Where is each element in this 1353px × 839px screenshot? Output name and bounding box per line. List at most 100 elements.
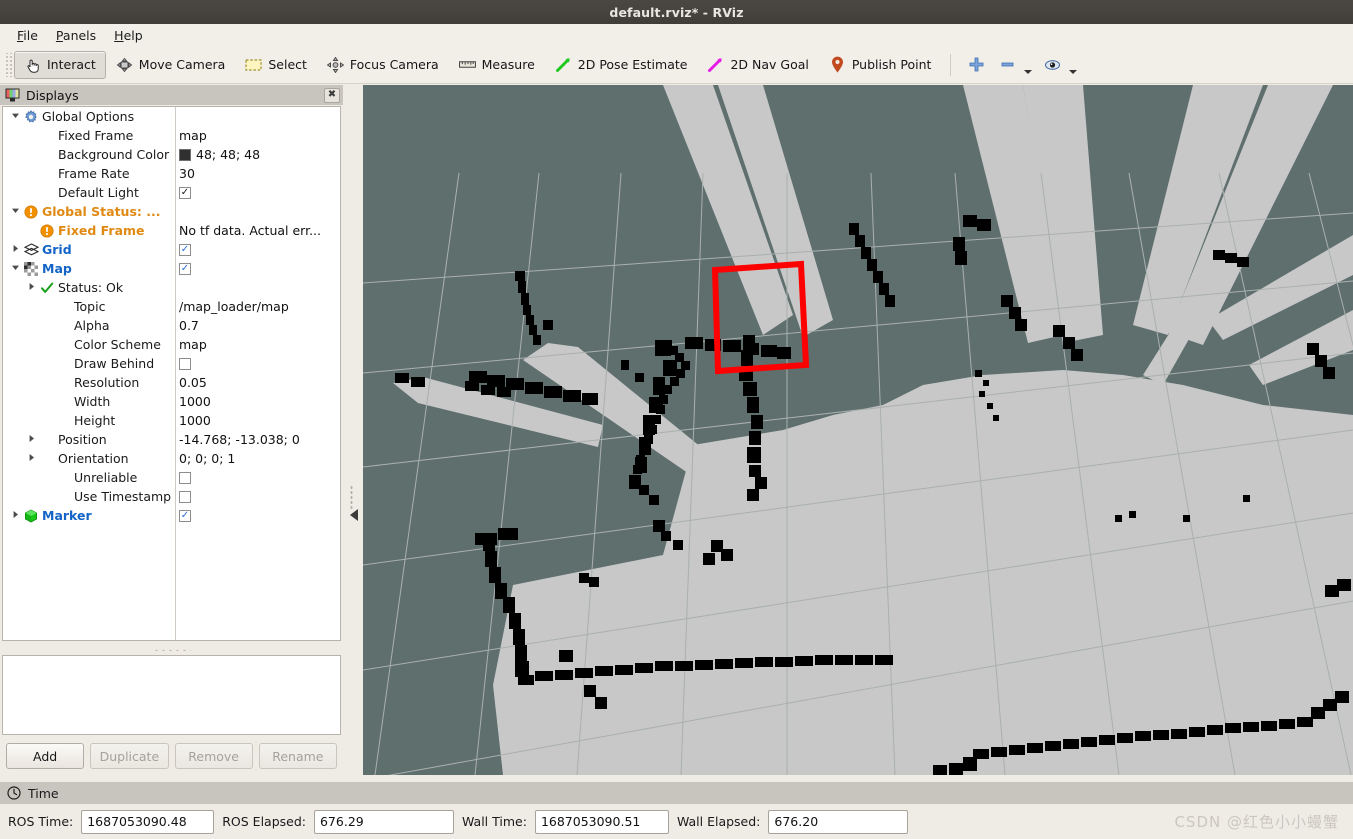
tool-label: Measure	[481, 57, 535, 72]
tree-no-icon	[55, 299, 71, 315]
tree-row-value[interactable]: ✓	[179, 259, 191, 278]
chevron-right-icon[interactable]	[7, 510, 23, 521]
displays-tree[interactable]: Global Options Fixed Frame map Background C…	[2, 106, 341, 641]
minus-icon	[999, 56, 1016, 73]
tree-row[interactable]: Position -14.768; -13.038; 0	[3, 430, 340, 449]
tree-row[interactable]: Width 1000	[3, 392, 340, 411]
tree-row-value[interactable]: map	[179, 126, 207, 145]
value-text: 0.7	[179, 318, 199, 333]
tree-row-value[interactable]	[179, 354, 191, 373]
marker-icon	[23, 508, 39, 524]
tree-row[interactable]: Grid ✓	[3, 240, 340, 259]
window-title: default.rviz* - RViz	[609, 4, 744, 20]
tree-row-label: Global Options	[42, 109, 135, 124]
plus-icon	[968, 56, 985, 73]
displays-panel-title: Displays	[26, 87, 79, 103]
checkbox[interactable]	[179, 471, 191, 484]
tree-row[interactable]: Resolution 0.05	[3, 373, 340, 392]
chevron-right-icon[interactable]	[23, 453, 39, 464]
tree-row[interactable]: Fixed Frame No tf data. Actual err...	[3, 221, 340, 240]
watermark: CSDN @红色小小蟃蟹	[1174, 813, 1339, 831]
tool-publish-point[interactable]: Publish Point	[819, 51, 942, 79]
tool-label: Publish Point	[851, 57, 932, 72]
tree-row-value[interactable]	[179, 468, 191, 487]
tree-row-value[interactable]: /map_loader/map	[179, 297, 289, 316]
menu-item-panels[interactable]: Panels	[47, 26, 105, 45]
remove-view-button[interactable]	[993, 51, 1038, 79]
checkbox[interactable]	[179, 357, 191, 370]
warning-icon	[23, 204, 39, 220]
tree-row-value[interactable]	[179, 487, 191, 506]
tree-row-value[interactable]: ✓	[179, 240, 191, 259]
view-visibility-button[interactable]	[1038, 51, 1083, 79]
tree-row[interactable]: Frame Rate 30	[3, 164, 340, 183]
tree-row-value[interactable]: -14.768; -13.038; 0	[179, 430, 300, 449]
tree-row[interactable]: Background Color 48; 48; 48	[3, 145, 340, 164]
chevron-down-icon[interactable]	[7, 206, 23, 217]
tree-row[interactable]: Global Options	[3, 107, 340, 126]
tool-move-camera[interactable]: Move Camera	[106, 51, 236, 79]
chevron-down-icon[interactable]	[1024, 69, 1033, 74]
menu-item-help[interactable]: Help	[105, 26, 152, 45]
tree-row[interactable]: Alpha 0.7	[3, 316, 340, 335]
tree-row-value[interactable]: 0.05	[179, 373, 207, 392]
tree-row-value[interactable]: 0; 0; 0; 1	[179, 449, 235, 468]
panel-splitter-horizontal[interactable]	[0, 645, 343, 655]
chevron-right-icon[interactable]	[23, 434, 39, 445]
color-swatch[interactable]	[179, 148, 191, 161]
tool-2d-nav-goal[interactable]: 2D Nav Goal	[697, 51, 818, 79]
tree-row-value[interactable]: 30	[179, 164, 195, 183]
tool-measure[interactable]: Measure	[449, 51, 545, 79]
checkbox[interactable]: ✓	[179, 186, 191, 199]
tree-row-value[interactable]: map	[179, 335, 207, 354]
checkbox[interactable]	[179, 490, 191, 503]
time-field-wall-elapsed[interactable]: 676.20	[768, 809, 909, 834]
chevron-down-icon[interactable]	[7, 263, 23, 274]
tool-select[interactable]: Select	[235, 51, 317, 79]
close-icon[interactable]: ✖	[324, 87, 340, 103]
tool-2d-pose-estimate[interactable]: 2D Pose Estimate	[545, 51, 698, 79]
chevron-right-icon[interactable]	[23, 282, 39, 293]
tree-row-value[interactable]: No tf data. Actual err...	[179, 221, 321, 240]
render-viewport[interactable]	[363, 85, 1353, 775]
checkbox[interactable]: ✓	[179, 243, 191, 256]
chevron-down-icon[interactable]	[7, 111, 23, 122]
tree-row-value[interactable]: 1000	[179, 411, 211, 430]
tree-row[interactable]: Topic/map_loader/map	[3, 297, 340, 316]
tree-row-value[interactable]: 1000	[179, 392, 211, 411]
tree-row[interactable]: Marker ✓	[3, 506, 340, 525]
tree-row[interactable]: Use Timestamp	[3, 487, 340, 506]
tree-row[interactable]: Unreliable	[3, 468, 340, 487]
add-view-button[interactable]	[960, 51, 993, 79]
tree-row[interactable]: Height 1000	[3, 411, 340, 430]
toolbar-grip[interactable]	[4, 52, 12, 77]
tree-row[interactable]: Map ✓	[3, 259, 340, 278]
rviz-window: default.rviz* - RViz File Panels Help Inte…	[0, 0, 1353, 839]
collapse-left-icon[interactable]	[350, 509, 358, 521]
dock-splitter[interactable]	[343, 85, 363, 775]
tool-interact[interactable]: Interact	[14, 50, 106, 79]
tree-row-value[interactable]: 0.7	[179, 316, 199, 335]
tree-row[interactable]: Global Status: ...	[3, 202, 340, 221]
tree-row[interactable]: Color Scheme map	[3, 335, 340, 354]
tree-row-value[interactable]: ✓	[179, 506, 191, 525]
checkbox[interactable]: ✓	[179, 509, 191, 522]
tree-row-value[interactable]: 48; 48; 48	[179, 145, 260, 164]
focus-camera-icon	[326, 56, 344, 73]
menu-item-file[interactable]: File	[8, 26, 47, 45]
checkbox[interactable]: ✓	[179, 262, 191, 275]
chevron-right-icon[interactable]	[7, 244, 23, 255]
time-field-ros-elapsed[interactable]: 676.29	[313, 809, 454, 834]
color-value-text: 48; 48; 48	[196, 147, 261, 162]
tree-row[interactable]: Status: Ok	[3, 278, 340, 297]
tree-row[interactable]: Orientation 0; 0; 0; 1	[3, 449, 340, 468]
chevron-down-icon[interactable]	[1069, 69, 1078, 74]
tree-row[interactable]: Draw Behind	[3, 354, 340, 373]
tree-row[interactable]: Default Light ✓	[3, 183, 340, 202]
time-field-wall-time[interactable]: 1687053090.51	[534, 809, 669, 834]
tree-row[interactable]: Fixed Frame map	[3, 126, 340, 145]
add-button[interactable]: Add	[6, 743, 85, 769]
time-field-ros-time[interactable]: 1687053090.48	[81, 809, 215, 834]
tool-focus-camera[interactable]: Focus Camera	[317, 51, 449, 79]
tree-row-value[interactable]: ✓	[179, 183, 191, 202]
